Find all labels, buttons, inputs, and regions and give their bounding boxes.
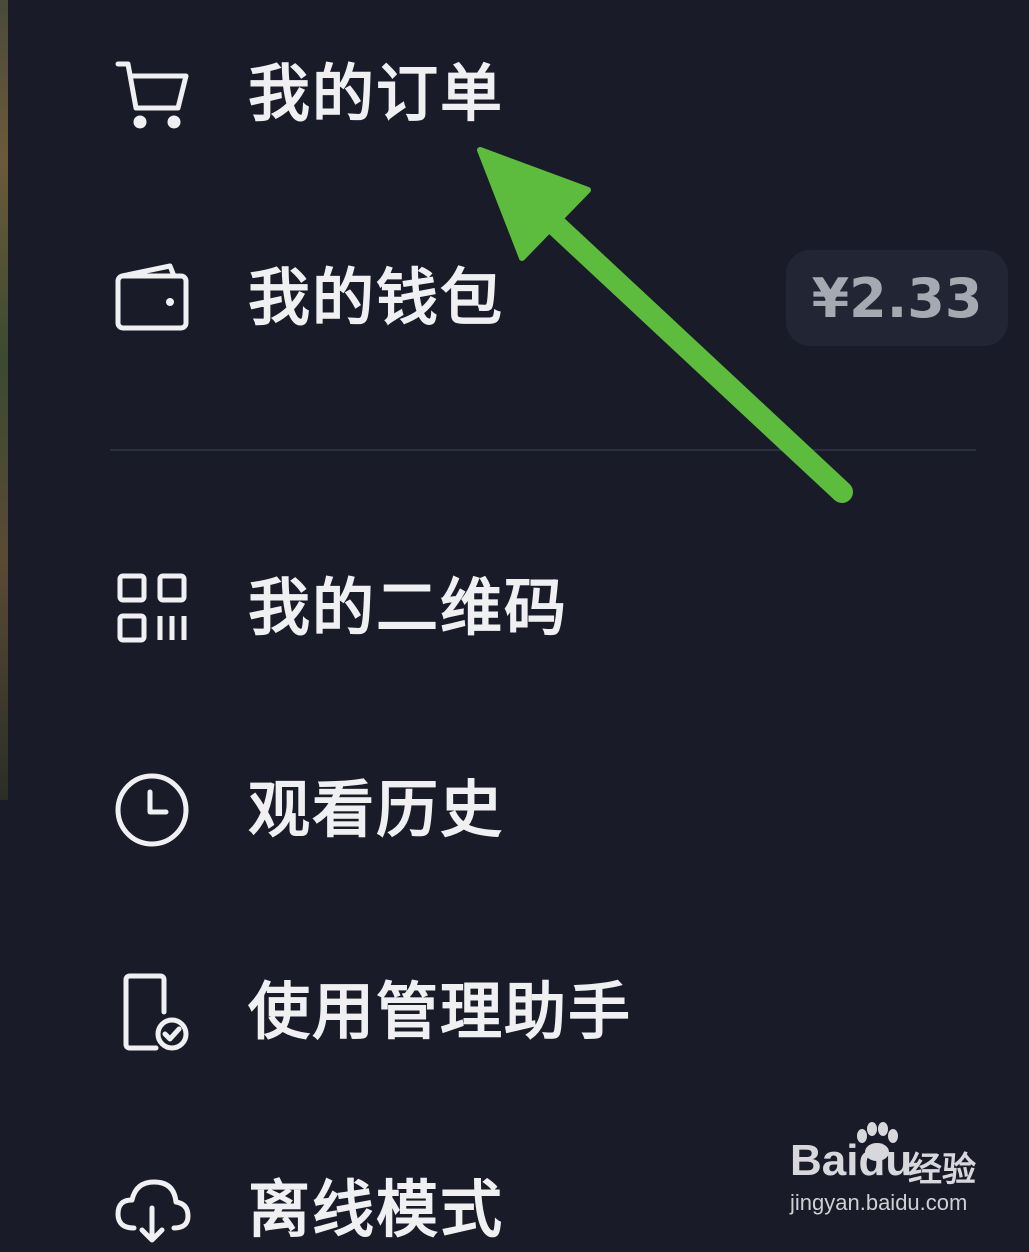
- cloud-download-icon: [110, 1168, 194, 1252]
- side-menu: 我的订单 我的钱包 ¥2.33 我的二维码 观看历史 使用管理助手 离线模式: [0, 0, 1029, 1246]
- menu-item-label: 我的二维码: [248, 571, 569, 644]
- menu-item-my-orders[interactable]: 我的订单: [110, 52, 504, 136]
- menu-item-offline-mode[interactable]: 离线模式: [110, 1168, 504, 1252]
- watermark-brand-cn: 经验: [908, 1150, 976, 1190]
- menu-item-label: 使用管理助手: [248, 975, 633, 1048]
- cart-icon: [110, 52, 194, 136]
- divider: [110, 449, 976, 451]
- watermark-url: jingyan.baidu.com: [790, 1190, 968, 1215]
- menu-item-label: 观看历史: [248, 773, 505, 846]
- wallet-balance-badge[interactable]: ¥2.33: [786, 250, 1008, 346]
- menu-item-label: 我的钱包: [248, 261, 505, 334]
- clock-icon: [110, 768, 194, 852]
- qr-code-icon: [110, 566, 194, 650]
- menu-item-my-qr-code[interactable]: 我的二维码: [110, 566, 568, 650]
- menu-item-usage-manager[interactable]: 使用管理助手: [110, 970, 632, 1054]
- baidu-jingyan-watermark: Baidu 经验 jingyan.baidu.com: [790, 1122, 1010, 1228]
- menu-item-watch-history[interactable]: 观看历史: [110, 768, 504, 852]
- menu-item-label: 我的订单: [248, 57, 505, 130]
- wallet-icon: [110, 256, 194, 340]
- menu-item-my-wallet[interactable]: 我的钱包: [110, 256, 504, 340]
- menu-item-label: 离线模式: [248, 1173, 505, 1246]
- watermark-brand: Baidu: [790, 1136, 913, 1185]
- phone-check-icon: [110, 970, 194, 1054]
